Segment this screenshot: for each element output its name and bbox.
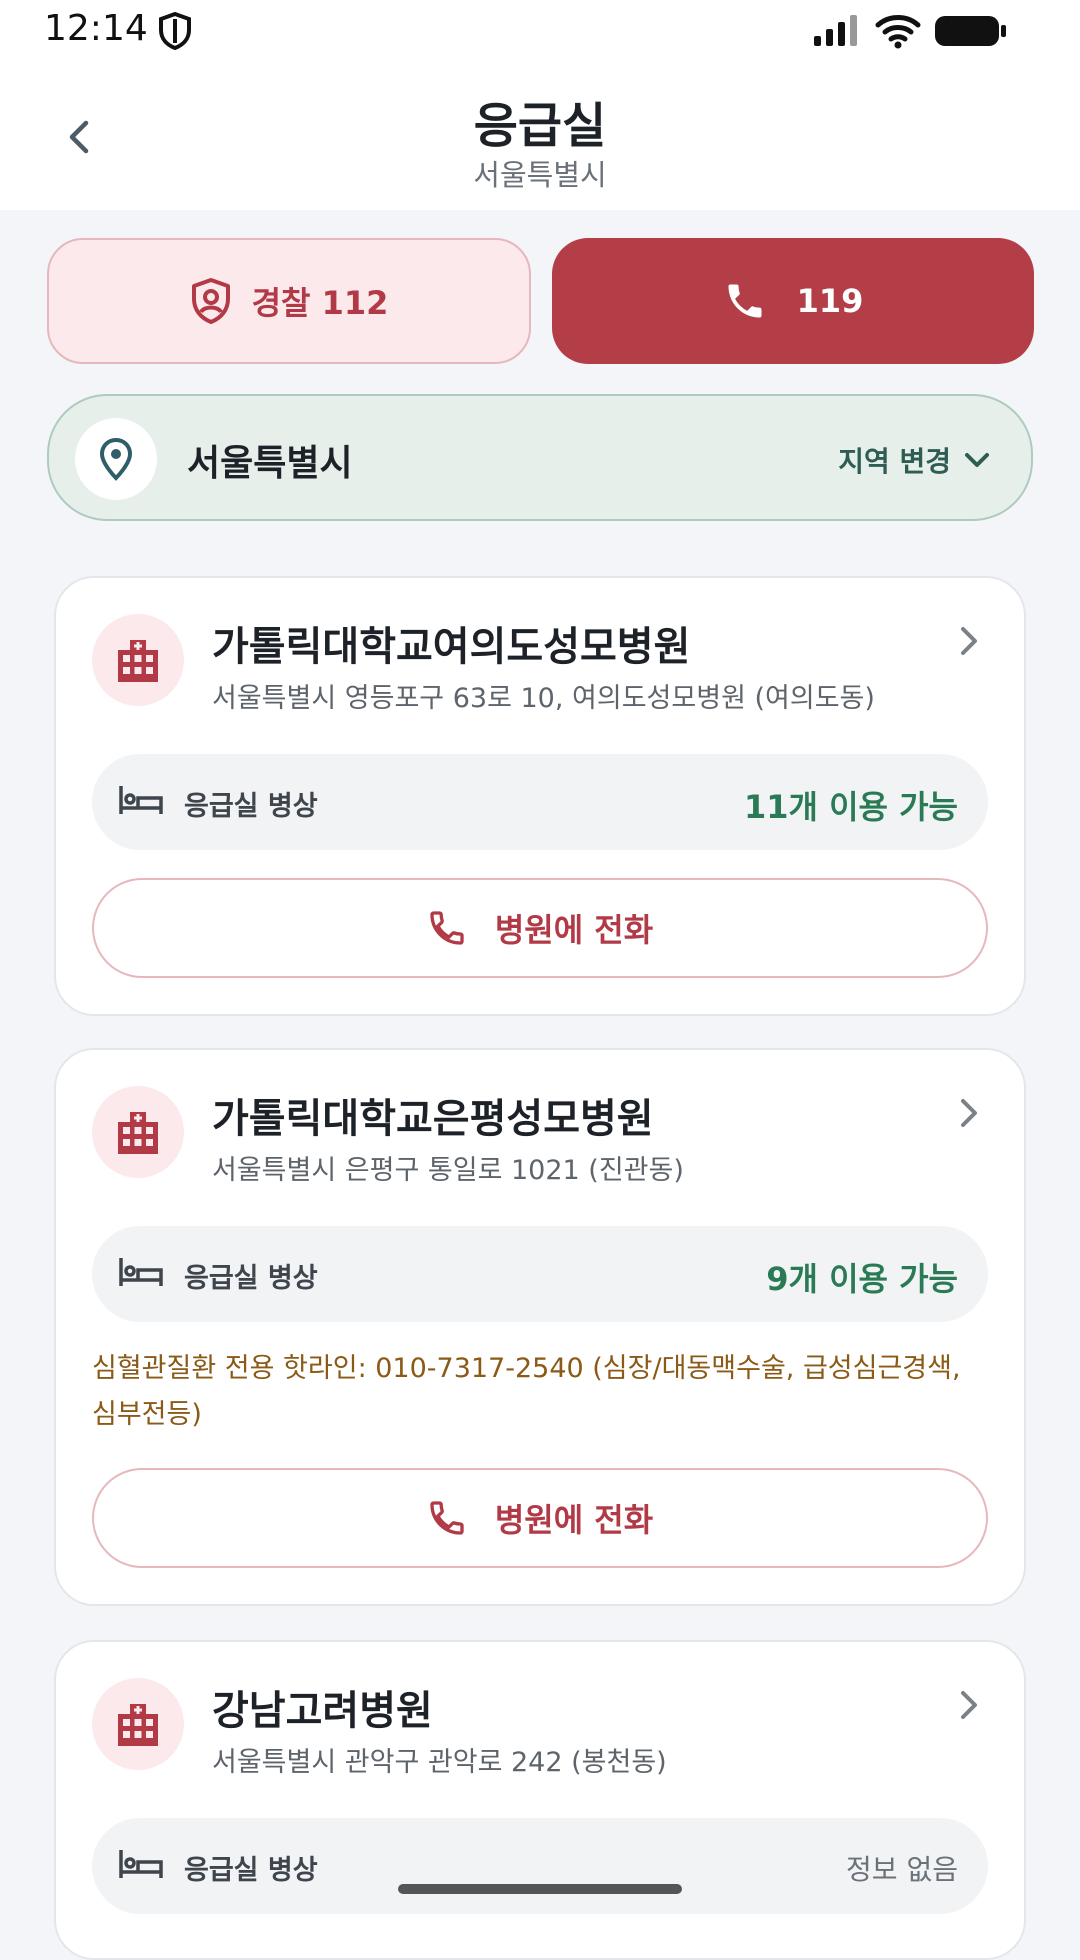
hospital-card[interactable]: 가톨릭대학교은평성모병원 서울특별시 은평구 통일로 1021 (진관동) 응급… [54, 1048, 1026, 1606]
chevron-right-icon[interactable] [958, 1688, 980, 1726]
shield-person-icon [191, 278, 230, 324]
hospital-icon [92, 614, 184, 706]
home-indicator[interactable] [398, 1884, 682, 1894]
phone-icon [728, 284, 762, 318]
call-hospital-button[interactable]: 병원에 전화 [92, 1468, 988, 1568]
location-pin-icon [75, 418, 157, 500]
er-bed-availability: 9개 이용 가능 [766, 1260, 958, 1298]
chevron-down-icon [965, 453, 989, 467]
er-bed-row: 응급실 병상 11개 이용 가능 [92, 754, 988, 850]
region-selector[interactable]: 서울특별시 지역 변경 [47, 394, 1033, 521]
hospital-icon [92, 1678, 184, 1770]
chevron-right-icon[interactable] [958, 624, 980, 662]
region-change-label: 지역 변경 [838, 445, 951, 478]
hospital-name: 가톨릭대학교은평성모병원 [212, 1096, 654, 1142]
bed-icon [118, 784, 164, 820]
call-hospital-label: 병원에 전화 [494, 911, 654, 949]
phone-icon [430, 911, 464, 945]
status-time: 12:14 [44, 8, 148, 49]
wifi-icon [874, 12, 922, 54]
er-bed-availability: 정보 없음 [846, 1853, 958, 1886]
hospital-address: 서울특별시 영등포구 63로 10, 여의도성모병원 (여의도동) [212, 683, 875, 714]
hospital-name: 가톨릭대학교여의도성모병원 [212, 624, 691, 670]
police-call-label: 경찰 112 [251, 284, 389, 322]
hospital-address: 서울특별시 은평구 통일로 1021 (진관동) [212, 1155, 684, 1186]
status-bar: 12:14 [0, 0, 1080, 62]
call-hospital-button[interactable]: 병원에 전화 [92, 878, 988, 978]
region-change-button[interactable]: 지역 변경 [838, 440, 991, 480]
cell-signal-icon [812, 14, 862, 52]
hospital-address: 서울특별시 관악구 관악로 242 (봉천동) [212, 1747, 667, 1778]
bed-icon [118, 1256, 164, 1292]
region-name: 서울특별시 [187, 443, 353, 484]
phone-icon [430, 1501, 464, 1535]
er-bed-row: 응급실 병상 9개 이용 가능 [92, 1226, 988, 1322]
battery-icon [934, 14, 1008, 52]
er-bed-row: 응급실 병상 정보 없음 [92, 1818, 988, 1914]
page-title: 응급실 [473, 98, 607, 154]
police-call-button[interactable]: 경찰 112 [47, 238, 531, 364]
call-hospital-label: 병원에 전화 [494, 1501, 654, 1539]
er-bed-label: 응급실 병상 [184, 1855, 318, 1886]
shield-status-icon [158, 11, 192, 54]
chevron-right-icon[interactable] [958, 1096, 980, 1134]
er-bed-label: 응급실 병상 [184, 1263, 318, 1294]
er-bed-availability: 11개 이용 가능 [743, 788, 958, 826]
emergency-119-label: 119 [796, 282, 864, 320]
app-bar: 응급실 서울특별시 [0, 62, 1080, 210]
hospital-name: 강남고려병원 [212, 1688, 433, 1734]
hospital-icon [92, 1086, 184, 1178]
hospital-card[interactable]: 강남고려병원 서울특별시 관악구 관악로 242 (봉천동) 응급실 병상 정보… [54, 1640, 1026, 1960]
emergency-119-button[interactable]: 119 [552, 238, 1034, 364]
bed-icon [118, 1848, 164, 1884]
hospital-card[interactable]: 가톨릭대학교여의도성모병원 서울특별시 영등포구 63로 10, 여의도성모병원… [54, 576, 1026, 1016]
page-subtitle: 서울특별시 [473, 158, 607, 192]
er-bed-label: 응급실 병상 [184, 791, 318, 822]
cardiac-hotline-note: 심혈관질환 전용 핫라인: 010-7317-2540 (심장/대동맥수술, 급… [92, 1353, 961, 1430]
